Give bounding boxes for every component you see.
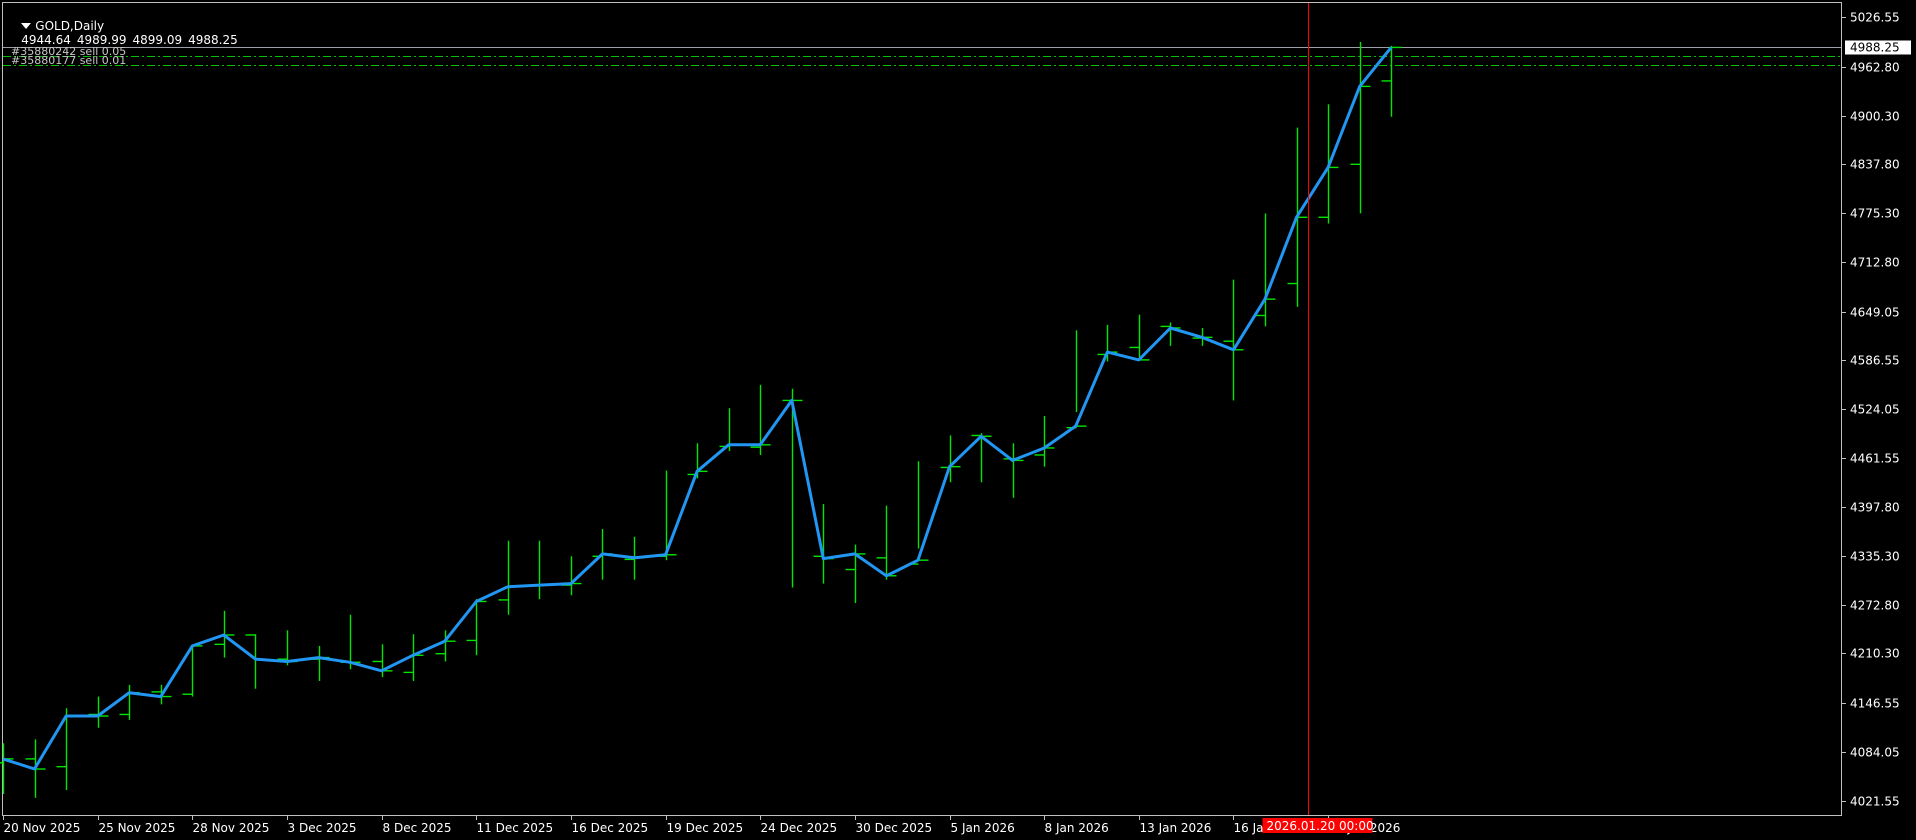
crosshair-date-label: 2026.01.20 00:00 [1267, 819, 1374, 833]
close-value: 4988.25 [188, 33, 238, 47]
x-tick-label: 19 Dec 2025 [667, 821, 744, 835]
current-price-label: 4988.25 [1850, 41, 1900, 55]
y-tick-label: 4146.55 [1850, 697, 1900, 711]
y-tick-label: 4084.05 [1850, 746, 1900, 760]
y-tick-label: 4461.55 [1850, 452, 1900, 466]
x-tick-label: 8 Jan 2026 [1045, 821, 1109, 835]
x-tick-label: 5 Jan 2026 [951, 821, 1015, 835]
x-tick-label: 20 Nov 2025 [4, 821, 81, 835]
y-tick-label: 4272.80 [1850, 599, 1900, 613]
crosshair-date-badge: 2026.01.20 00:00 [1262, 818, 1374, 833]
y-tick-label: 4524.05 [1850, 403, 1900, 417]
order-label[interactable]: #35880177 sell 0.01 [11, 55, 126, 66]
price-chart[interactable]: 5026.55 4962.80 4900.30 4837.80 4775.30 4712.… [0, 0, 1916, 840]
x-tick-label: 16 Dec 2025 [572, 821, 649, 835]
x-tick-label: 3 Dec 2025 [288, 821, 357, 835]
y-tick-label: 4021.55 [1850, 795, 1900, 809]
x-tick-label: 25 Nov 2025 [99, 821, 176, 835]
y-tick-label: 4837.80 [1850, 158, 1900, 172]
y-tick-label: 5026.55 [1850, 11, 1900, 25]
y-tick-label: 4712.80 [1850, 256, 1900, 270]
x-tick-label: 30 Dec 2025 [856, 821, 933, 835]
y-tick-label: 4210.30 [1850, 647, 1900, 661]
y-tick-label: 4962.80 [1850, 61, 1900, 75]
y-tick-label: 4649.05 [1850, 306, 1900, 320]
y-tick-label: 4335.30 [1850, 550, 1900, 564]
chevron-down-icon[interactable] [21, 23, 32, 29]
x-tick-label: 13 Jan 2026 [1140, 821, 1212, 835]
symbol-label: GOLD,Daily [35, 19, 105, 33]
chart-canvas[interactable]: 5026.55 4962.80 4900.30 4837.80 4775.30 4712.… [0, 0, 1916, 840]
y-tick-label: 4775.30 [1850, 207, 1900, 221]
x-tick-label: 8 Dec 2025 [383, 821, 452, 835]
x-tick-label: 11 Dec 2025 [477, 821, 554, 835]
y-tick-label: 4586.55 [1850, 354, 1900, 368]
x-tick-label: 28 Nov 2025 [193, 821, 270, 835]
low-value: 4899.09 [132, 33, 183, 47]
current-price-badge: 4988.25 [1845, 40, 1911, 55]
x-tick-label: 24 Dec 2025 [761, 821, 838, 835]
y-tick-label: 4900.30 [1850, 110, 1900, 124]
y-tick-label: 4397.80 [1850, 501, 1900, 515]
